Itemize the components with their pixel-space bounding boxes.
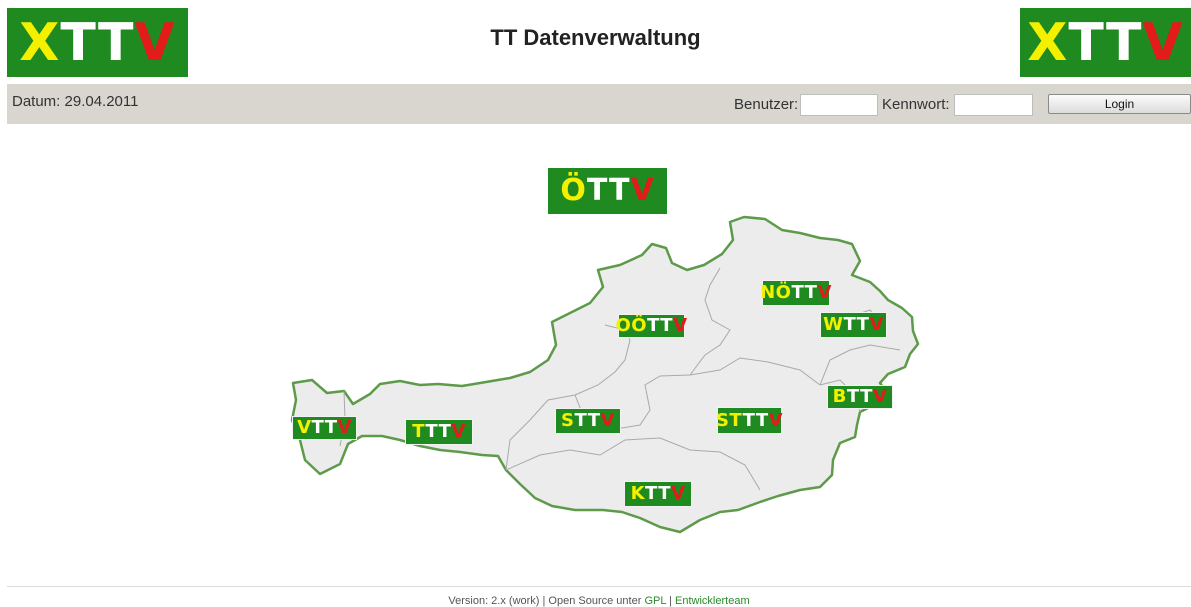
tttv-badge[interactable]: TTTV [405, 419, 473, 445]
logo-part: W [823, 314, 844, 335]
logo-part: TT [846, 386, 873, 407]
footer-separator: | [666, 595, 676, 607]
austria-map [290, 215, 920, 534]
logo-part: K [630, 483, 646, 504]
logo-part: TT [574, 410, 601, 431]
logo-part: V [869, 314, 884, 335]
logo-part: V [600, 410, 615, 431]
logo-part: V [673, 315, 688, 336]
logo-text: NÖTTV [760, 284, 832, 302]
logo-part: V [817, 282, 832, 303]
logo-part: V [872, 386, 888, 407]
logo-part: OÖ [615, 315, 648, 336]
logo-part: TT [843, 314, 870, 335]
logo-part: TT [647, 315, 674, 336]
logo-text: WTTV [823, 316, 884, 334]
logo-part: TT [742, 409, 769, 431]
logo-part: V [337, 417, 352, 438]
logo-part: B [832, 386, 847, 407]
logo-text: KTTV [631, 485, 686, 503]
logo-part: TT [425, 421, 452, 442]
vttv-badge[interactable]: VTTV [292, 416, 357, 440]
logo-part: TT [791, 282, 818, 303]
logo-text: TTTV [412, 423, 466, 441]
footer: Version: 2.x (work) | Open Source unter … [7, 586, 1191, 607]
sttv-badge[interactable]: STTV [555, 408, 621, 434]
kttv-badge[interactable]: KTTV [624, 481, 692, 507]
version-text: Version: 2.x (work) | Open Source unter [448, 595, 645, 607]
logo-part: TT [311, 417, 338, 438]
noettv-badge[interactable]: NÖTTV [760, 280, 832, 306]
logo-text: STTTV [715, 409, 784, 431]
ooettv-badge[interactable]: OÖTTV [615, 314, 687, 338]
logo-text: OÖTTV [615, 317, 687, 335]
logo-text: BTTV [833, 388, 888, 406]
gpl-link[interactable]: GPL [644, 595, 666, 607]
logo-part: ST [715, 409, 743, 431]
logo-part: TT [645, 483, 671, 504]
logo-part: V [768, 409, 784, 431]
wttv-badge[interactable]: WTTV [820, 312, 887, 338]
logo-text: VTTV [297, 419, 352, 437]
logo-part: S [561, 410, 575, 431]
logo-part: T [412, 421, 426, 442]
logo-part: V [451, 421, 466, 442]
logo-part: V [297, 417, 312, 438]
logo-part: NÖ [760, 282, 792, 303]
logo-text: STTV [561, 412, 615, 430]
developer-team-link[interactable]: Entwicklerteam [675, 595, 750, 607]
logo-part: V [671, 483, 686, 504]
bttv-badge[interactable]: BTTV [827, 385, 893, 409]
stttv-badge[interactable]: STTTV [715, 407, 784, 434]
